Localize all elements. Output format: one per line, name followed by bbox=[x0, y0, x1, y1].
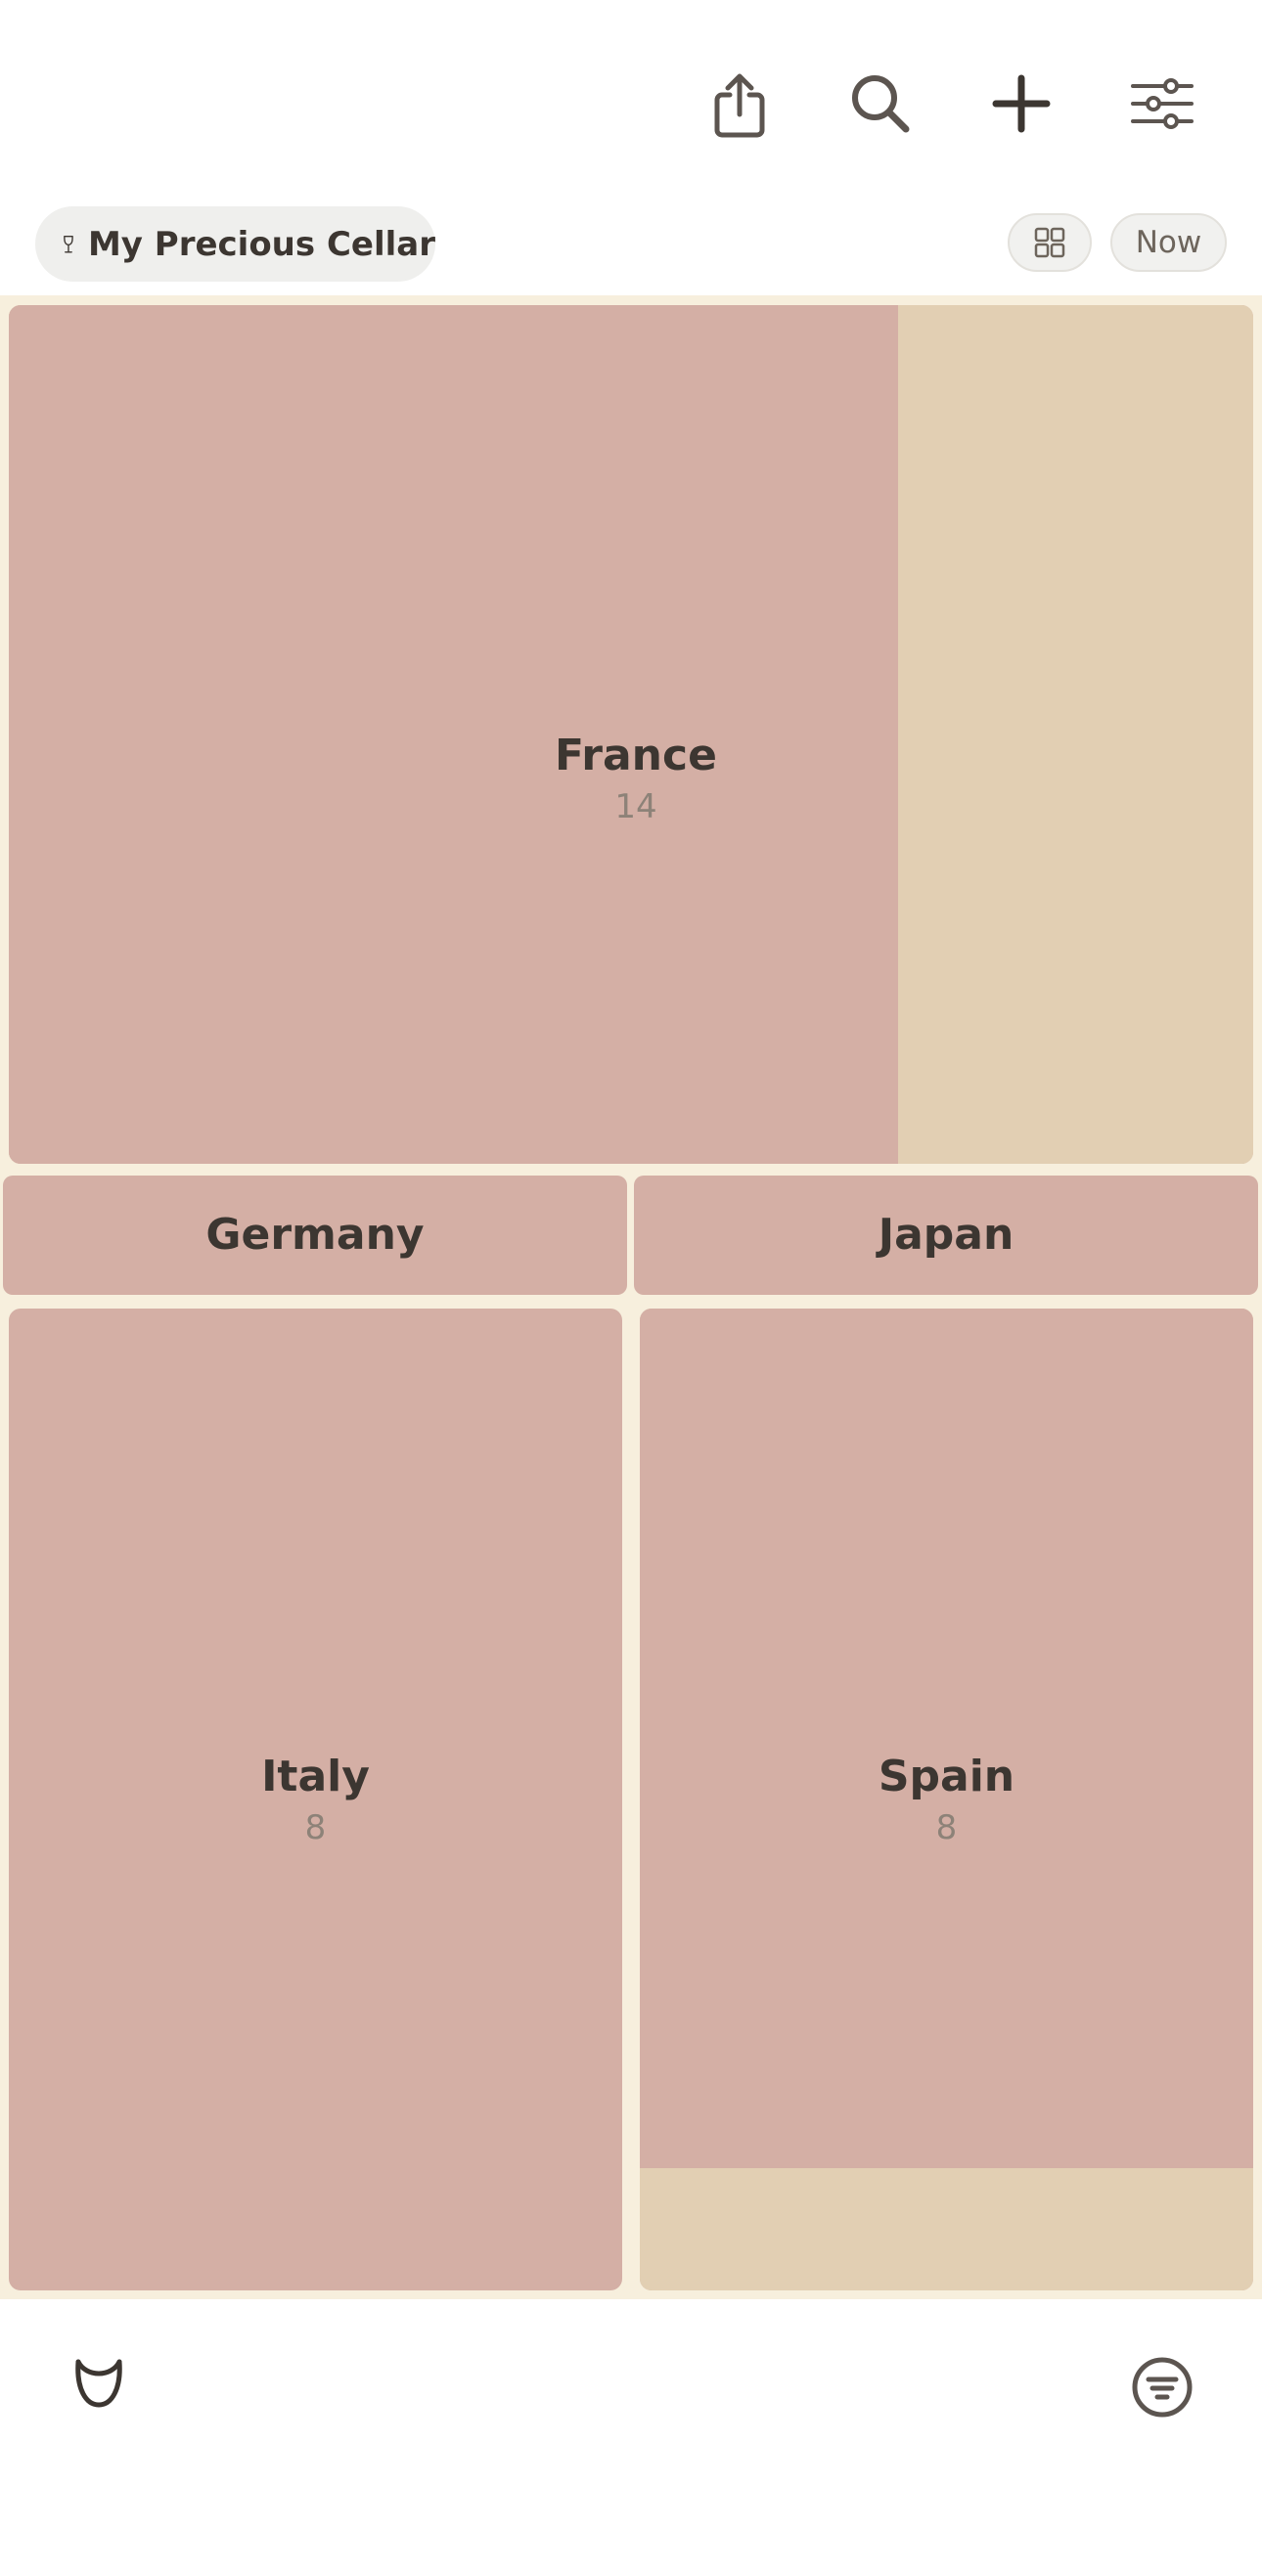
region-tile-france[interactable]: France 14 bbox=[9, 305, 1253, 1164]
time-filter-button[interactable]: Now bbox=[1110, 213, 1227, 272]
grid-view-button[interactable] bbox=[1008, 213, 1092, 272]
region-name: Spain bbox=[878, 1751, 1015, 1801]
region-tile-japan[interactable]: Japan bbox=[634, 1176, 1258, 1295]
cellar-mode-button[interactable] bbox=[55, 2339, 143, 2427]
wine-glass-icon bbox=[64, 235, 73, 252]
plus-icon bbox=[992, 74, 1051, 133]
grid-icon bbox=[1034, 227, 1065, 258]
cellar-selector[interactable]: My Precious Cellar bbox=[35, 206, 435, 282]
region-name: Germany bbox=[205, 1209, 425, 1260]
filter-lines-icon bbox=[1132, 2357, 1193, 2418]
glass-rim-icon bbox=[75, 2359, 122, 2408]
region-name: Japan bbox=[878, 1209, 1014, 1260]
share-button[interactable] bbox=[693, 59, 787, 153]
search-button[interactable] bbox=[834, 57, 927, 151]
region-count: 8 bbox=[304, 1808, 327, 1848]
cellar-name: My Precious Cellar bbox=[87, 224, 435, 264]
region-count: 8 bbox=[935, 1808, 958, 1848]
region-tile-spain[interactable]: Spain 8 bbox=[640, 1309, 1253, 2290]
search-icon bbox=[852, 75, 910, 133]
filter-button[interactable] bbox=[1118, 2343, 1206, 2431]
region-tile-germany[interactable]: Germany bbox=[3, 1176, 627, 1295]
region-count: 14 bbox=[614, 787, 657, 827]
region-tile-italy[interactable]: Italy 8 bbox=[9, 1309, 622, 2290]
region-name: France bbox=[555, 730, 717, 780]
region-name: Italy bbox=[261, 1751, 370, 1801]
settings-button[interactable] bbox=[1115, 57, 1209, 151]
sliders-icon bbox=[1131, 78, 1194, 129]
add-button[interactable] bbox=[974, 57, 1068, 151]
share-icon bbox=[714, 73, 765, 138]
region-map: France 14 Germany Japan Italy 8 Spain 8 bbox=[0, 295, 1262, 2299]
